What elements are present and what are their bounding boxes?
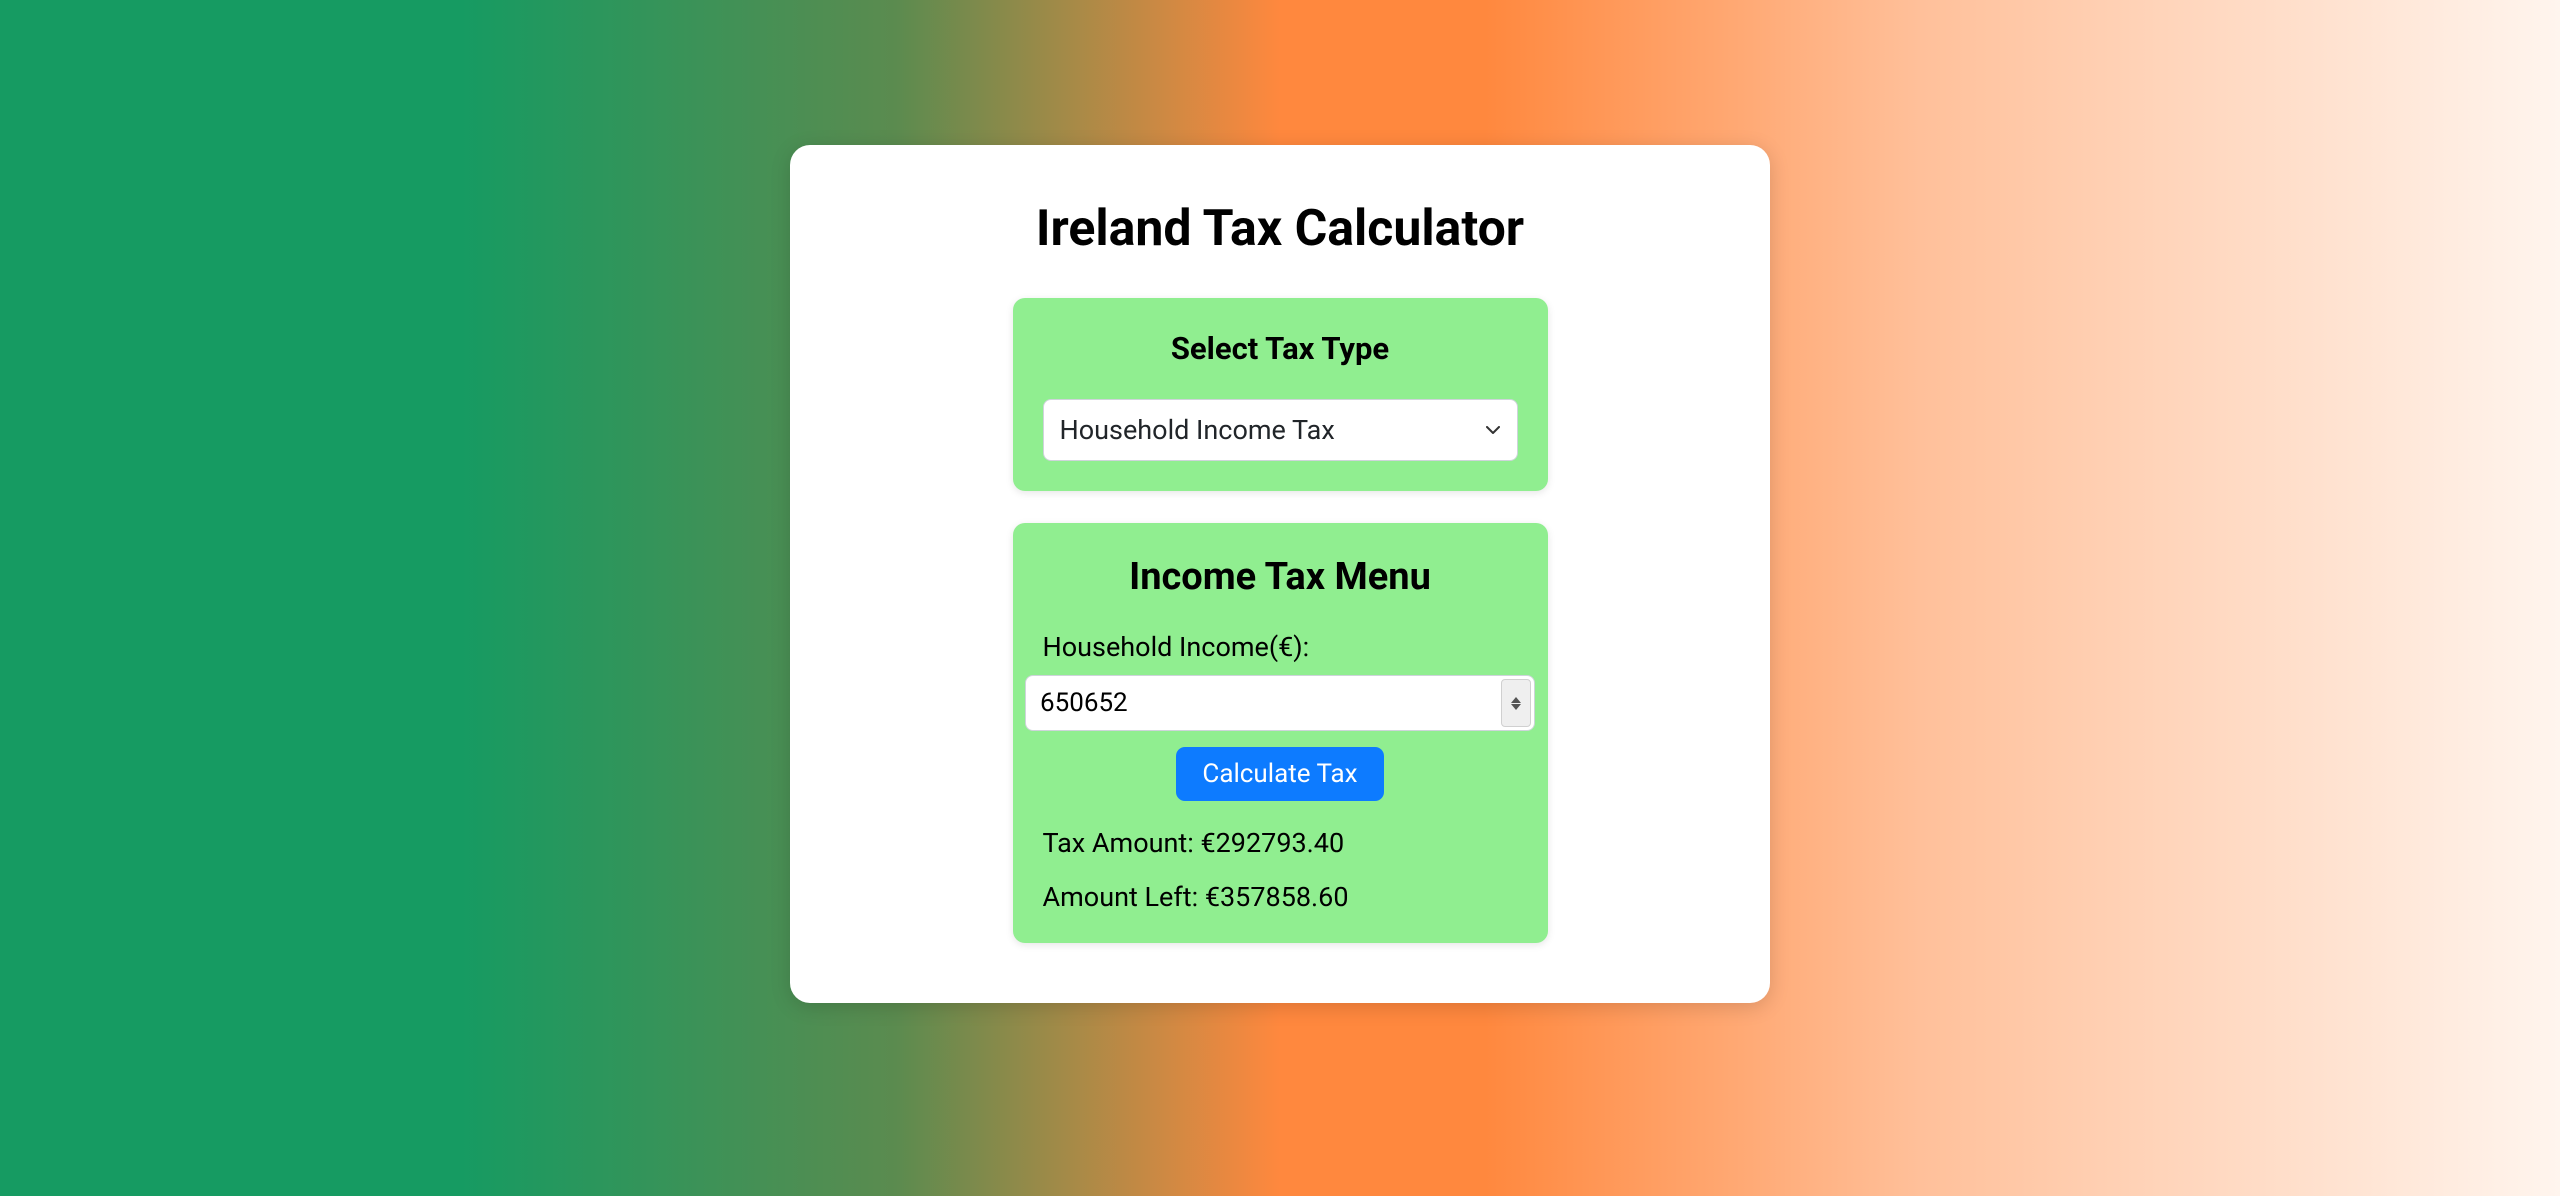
household-income-input[interactable]: [1025, 675, 1535, 731]
amount-left-result: Amount Left: €357858.60: [1043, 881, 1518, 913]
spinner-down-icon: [1511, 704, 1521, 710]
income-tax-heading: Income Tax Menu: [1043, 555, 1518, 599]
tax-type-select[interactable]: Household Income Tax: [1043, 399, 1518, 461]
income-tax-panel: Income Tax Menu Household Income(€): Cal…: [1013, 523, 1548, 943]
calculate-tax-button[interactable]: Calculate Tax: [1176, 747, 1383, 801]
page-title: Ireland Tax Calculator: [1036, 200, 1524, 258]
tax-amount-result: Tax Amount: €292793.40: [1043, 827, 1518, 859]
tax-type-heading: Select Tax Type: [1043, 330, 1518, 367]
spinner-up-icon: [1511, 697, 1521, 703]
household-income-label: Household Income(€):: [1043, 631, 1518, 663]
income-input-wrap: [1025, 675, 1535, 731]
tax-type-panel: Select Tax Type Household Income Tax: [1013, 298, 1548, 491]
tax-type-select-wrap: Household Income Tax: [1043, 399, 1518, 461]
number-spinner[interactable]: [1501, 679, 1531, 727]
calculator-card: Ireland Tax Calculator Select Tax Type H…: [790, 145, 1770, 1003]
